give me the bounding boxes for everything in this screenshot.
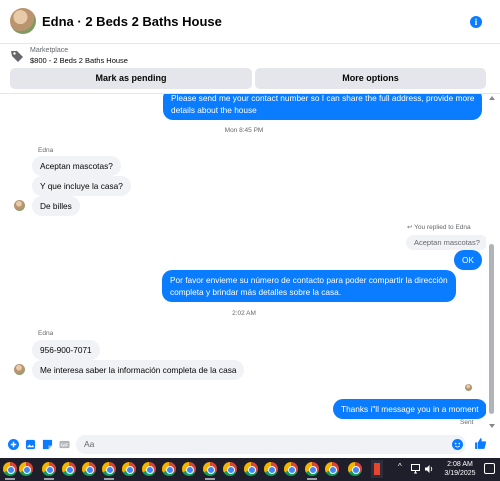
chrome-icon[interactable] — [182, 462, 196, 476]
quoted-message[interactable]: Aceptan mascotas? — [406, 235, 486, 250]
avatar — [14, 200, 25, 211]
mark-as-pending-button[interactable]: Mark as pending — [10, 68, 252, 89]
chrome-icon[interactable] — [244, 462, 258, 476]
message-composer: GIF Aa — [0, 431, 500, 458]
conversation-title[interactable]: Edna · 2 Beds 2 Baths House — [42, 14, 222, 29]
taskbar-indicator — [5, 478, 15, 480]
message-outgoing[interactable]: Thanks i"ll message you in a moment — [333, 399, 486, 419]
info-icon[interactable]: i — [470, 16, 482, 28]
network-icon[interactable] — [411, 464, 420, 474]
notification-icon[interactable] — [484, 463, 495, 474]
chevron-up-icon[interactable]: ^ — [398, 462, 402, 471]
read-receipt-avatar — [465, 384, 472, 391]
emoji-icon[interactable] — [452, 439, 463, 450]
marketplace-listing-bar: Marketplace $800 - 2 Beds 2 Baths House … — [0, 44, 500, 94]
system-clock[interactable]: 2:08 AM 3/19/2025 — [438, 460, 482, 478]
taskbar-indicator — [104, 478, 114, 480]
chrome-icon[interactable] — [62, 462, 76, 476]
plus-circle-icon[interactable] — [8, 439, 19, 450]
tag-icon — [11, 51, 23, 62]
message-incoming[interactable]: Y que incluye la casa? — [32, 176, 131, 196]
sticker-icon[interactable] — [42, 439, 53, 450]
clock-time: 2:08 AM — [447, 461, 473, 468]
scrollbar[interactable] — [486, 94, 498, 430]
chrome-icon[interactable] — [3, 462, 17, 476]
chrome-icon[interactable] — [82, 462, 96, 476]
message-input[interactable]: Aa — [76, 435, 466, 454]
thumbs-up-icon[interactable] — [474, 437, 487, 450]
taskbar-indicator — [44, 478, 54, 480]
chrome-icon[interactable] — [122, 462, 136, 476]
chrome-icon[interactable] — [42, 462, 56, 476]
taskbar-indicator — [205, 478, 215, 480]
svg-text:GIF: GIF — [61, 442, 69, 447]
active-app-icon[interactable] — [371, 460, 383, 478]
chrome-icon[interactable] — [325, 462, 339, 476]
more-options-button[interactable]: More options — [255, 68, 486, 89]
reply-indicator: ↩ You replied to Edna — [407, 224, 471, 231]
reply-icon: ↩ — [407, 224, 413, 231]
chrome-icon[interactable] — [102, 462, 116, 476]
timestamp: 2:02 AM — [232, 310, 256, 317]
chrome-icon[interactable] — [142, 462, 156, 476]
listing-title[interactable]: $800 - 2 Beds 2 Baths House — [30, 56, 128, 65]
image-icon[interactable] — [25, 439, 36, 450]
chrome-icon[interactable] — [305, 462, 319, 476]
sent-status: Sent — [460, 419, 474, 426]
chat-window: Edna · 2 Beds 2 Baths House i Marketplac… — [0, 0, 500, 458]
gif-icon[interactable]: GIF — [59, 439, 70, 450]
chrome-icon[interactable] — [19, 462, 33, 476]
message-incoming[interactable]: Me interesa saber la información complet… — [32, 360, 245, 380]
chrome-icon[interactable] — [203, 462, 217, 476]
chrome-icon[interactable] — [264, 462, 278, 476]
sender-name: Edna — [38, 147, 54, 154]
chrome-icon[interactable] — [284, 462, 298, 476]
message-outgoing[interactable]: OK — [454, 250, 482, 270]
message-incoming[interactable]: 956-900-7071 — [32, 340, 100, 360]
scroll-up-arrow-icon[interactable] — [489, 96, 495, 100]
scroll-down-arrow-icon[interactable] — [489, 424, 495, 428]
avatar — [14, 364, 25, 375]
message-outgoing[interactable]: Please send me your contact number so I … — [163, 94, 483, 120]
taskbar: ^ 2:08 AM 3/19/2025 — [0, 458, 500, 481]
sender-name: Edna — [38, 330, 54, 337]
chat-header: Edna · 2 Beds 2 Baths House i — [0, 0, 500, 44]
message-outgoing[interactable]: Por favor envieme su número de contacto … — [162, 270, 456, 302]
message-list: Please send me your contact number so I … — [0, 94, 486, 430]
message-incoming[interactable]: De billes — [32, 196, 80, 216]
avatar[interactable] — [10, 8, 36, 34]
taskbar-indicator — [307, 478, 317, 480]
chrome-icon[interactable] — [348, 462, 362, 476]
clock-date: 3/19/2025 — [444, 470, 476, 477]
chrome-icon[interactable] — [162, 462, 176, 476]
chrome-icon[interactable] — [223, 462, 237, 476]
message-incoming[interactable]: Aceptan mascotas? — [32, 156, 121, 176]
scrollbar-thumb[interactable] — [489, 244, 494, 414]
marketplace-label: Marketplace — [30, 47, 69, 54]
volume-icon[interactable] — [424, 464, 434, 474]
timestamp: Mon 8:45 PM — [224, 127, 264, 134]
